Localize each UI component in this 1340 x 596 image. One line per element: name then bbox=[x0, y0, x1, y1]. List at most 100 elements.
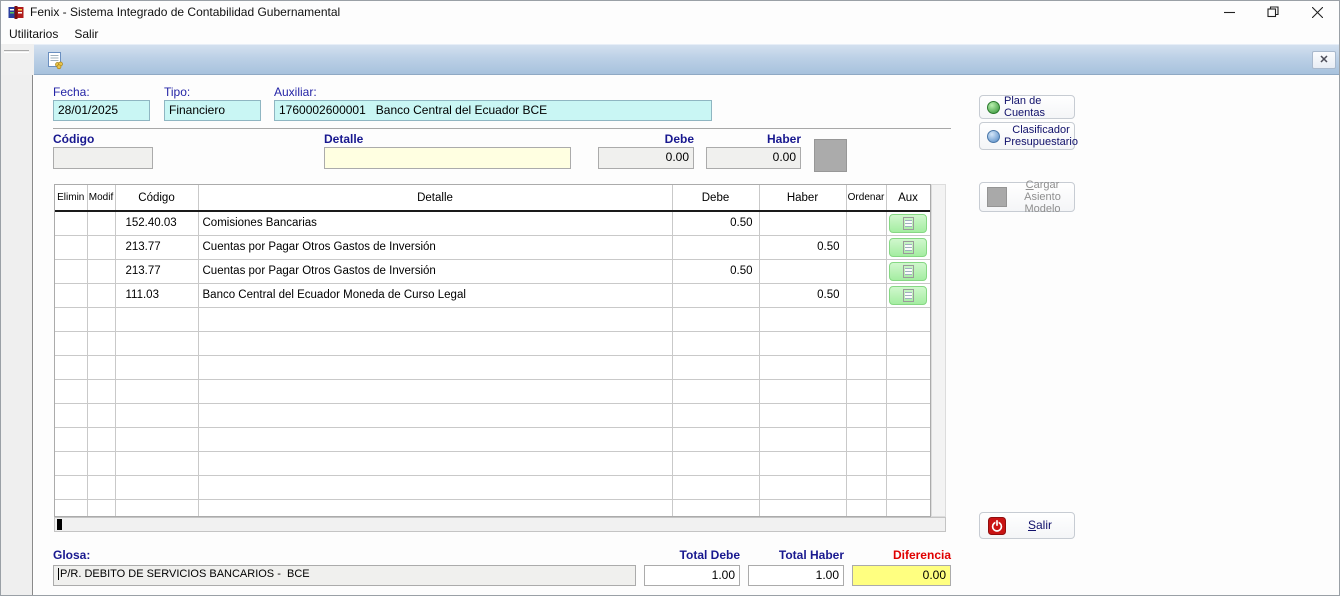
empty-row bbox=[55, 475, 930, 499]
aux-cell bbox=[886, 427, 930, 451]
window-title: Fenix - Sistema Integrado de Contabilida… bbox=[30, 5, 340, 19]
close-button[interactable] bbox=[1295, 1, 1339, 23]
codigo-cell bbox=[115, 307, 198, 331]
glosa-input[interactable]: P/R. DEBITO DE SERVICIOS BANCARIOS - BCE bbox=[53, 565, 636, 586]
close-panel-icon[interactable]: ✕ bbox=[1312, 51, 1336, 69]
debe-cell bbox=[672, 403, 759, 427]
haber-cell bbox=[759, 331, 846, 355]
toolbar-grip-area bbox=[1, 44, 34, 75]
debe-entry-input[interactable]: 0.00 bbox=[598, 147, 694, 169]
elimin-cell bbox=[55, 331, 87, 355]
detalle-cell: Cuentas por Pagar Otros Gastos de Invers… bbox=[198, 235, 672, 259]
ordenar-cell[interactable] bbox=[846, 259, 886, 283]
grid-horizontal-scrollbar[interactable] bbox=[54, 517, 946, 532]
detalle-cell bbox=[198, 403, 672, 427]
empty-row bbox=[55, 355, 930, 379]
codigo-cell: 213.77 bbox=[115, 235, 198, 259]
menubar: Utilitarios Salir bbox=[1, 23, 1339, 44]
haber-cell bbox=[759, 355, 846, 379]
auxiliar-input[interactable]: 1760002600001 Banco Central del Ecuador … bbox=[274, 100, 712, 121]
green-sphere-icon bbox=[987, 101, 1000, 114]
elimin-cell bbox=[55, 307, 87, 331]
salir-button[interactable]: Salir bbox=[979, 512, 1075, 539]
modif-cell[interactable] bbox=[87, 259, 115, 283]
ordenar-cell bbox=[846, 355, 886, 379]
header-modif: Modif bbox=[87, 185, 115, 211]
elimin-cell bbox=[55, 451, 87, 475]
gray-square-icon bbox=[987, 187, 1007, 207]
grip-handle bbox=[4, 50, 29, 53]
tipo-input[interactable]: Financiero bbox=[164, 100, 261, 121]
detalle-cell bbox=[198, 307, 672, 331]
plan-de-cuentas-button[interactable]: Plan de Cuentas bbox=[979, 95, 1075, 119]
aux-cell bbox=[886, 307, 930, 331]
fecha-input[interactable]: 28/01/2025 bbox=[53, 100, 150, 121]
minimize-button[interactable] bbox=[1207, 1, 1251, 23]
toolbar: ✕ bbox=[34, 44, 1340, 75]
elimin-cell[interactable] bbox=[55, 235, 87, 259]
detalle-cell: Comisiones Bancarias bbox=[198, 211, 672, 235]
ordenar-cell bbox=[846, 427, 886, 451]
auxiliar-label: Auxiliar: bbox=[274, 85, 317, 99]
total-haber-field: 1.00 bbox=[748, 565, 844, 586]
cargar-asiento-modelo-button[interactable]: Cargar Asiento Modelo bbox=[979, 182, 1075, 212]
ordenar-cell[interactable] bbox=[846, 283, 886, 307]
detalle-entry-label: Detalle bbox=[324, 132, 363, 146]
modif-cell[interactable] bbox=[87, 283, 115, 307]
header-detalle: Detalle bbox=[198, 185, 672, 211]
menu-salir[interactable]: Salir bbox=[66, 24, 106, 44]
entries-grid: Elimin Modif Código Detalle Debe Haber O… bbox=[54, 184, 931, 517]
detalle-cell bbox=[198, 499, 672, 517]
haber-cell bbox=[759, 307, 846, 331]
aux-cell bbox=[886, 211, 930, 235]
detalle-entry-input[interactable] bbox=[324, 147, 571, 169]
detalle-cell: Banco Central del Ecuador Moneda de Curs… bbox=[198, 283, 672, 307]
new-document-button[interactable] bbox=[43, 49, 67, 72]
modif-cell bbox=[87, 427, 115, 451]
grid-vertical-scrollbar[interactable] bbox=[931, 184, 946, 517]
elimin-cell bbox=[55, 427, 87, 451]
ordenar-cell[interactable] bbox=[846, 235, 886, 259]
clasificador-label-line1: Clasificador bbox=[1012, 124, 1069, 136]
haber-entry-input[interactable]: 0.00 bbox=[706, 147, 801, 169]
fecha-label: Fecha: bbox=[53, 85, 90, 99]
ordenar-cell bbox=[846, 451, 886, 475]
elimin-cell[interactable] bbox=[55, 211, 87, 235]
ordenar-cell[interactable] bbox=[846, 211, 886, 235]
empty-row bbox=[55, 499, 930, 517]
debe-cell bbox=[672, 307, 759, 331]
codigo-cell bbox=[115, 475, 198, 499]
haber-cell bbox=[759, 211, 846, 235]
aux-detail-button[interactable] bbox=[889, 214, 927, 233]
elimin-cell[interactable] bbox=[55, 283, 87, 307]
header-ordenar: Ordenar bbox=[846, 185, 886, 211]
modif-cell bbox=[87, 379, 115, 403]
detalle-cell bbox=[198, 379, 672, 403]
restore-button[interactable] bbox=[1251, 1, 1295, 23]
debe-cell: 0.50 bbox=[672, 259, 759, 283]
debe-entry-label: Debe bbox=[598, 132, 694, 146]
modif-cell bbox=[87, 451, 115, 475]
menu-utilitarios[interactable]: Utilitarios bbox=[1, 24, 66, 44]
grid-header-row: Elimin Modif Código Detalle Debe Haber O… bbox=[55, 185, 930, 211]
add-entry-button[interactable] bbox=[814, 139, 847, 172]
aux-detail-button[interactable] bbox=[889, 262, 927, 281]
elimin-cell[interactable] bbox=[55, 259, 87, 283]
codigo-entry-input[interactable] bbox=[53, 147, 153, 169]
ordenar-cell bbox=[846, 331, 886, 355]
aux-detail-button[interactable] bbox=[889, 286, 927, 305]
debe-cell bbox=[672, 355, 759, 379]
modif-cell[interactable] bbox=[87, 235, 115, 259]
modif-cell bbox=[87, 307, 115, 331]
codigo-cell: 111.03 bbox=[115, 283, 198, 307]
total-debe-label: Total Debe bbox=[644, 548, 740, 562]
header-codigo: Código bbox=[115, 185, 198, 211]
clasificador-presupuestario-button[interactable]: Clasificador Presupuestario bbox=[979, 122, 1075, 150]
document-form-icon bbox=[45, 50, 65, 70]
modif-cell[interactable] bbox=[87, 211, 115, 235]
glosa-label: Glosa: bbox=[53, 548, 90, 562]
haber-cell bbox=[759, 379, 846, 403]
scrollbar-thumb[interactable] bbox=[57, 519, 62, 530]
aux-detail-button[interactable] bbox=[889, 238, 927, 257]
detalle-cell bbox=[198, 475, 672, 499]
